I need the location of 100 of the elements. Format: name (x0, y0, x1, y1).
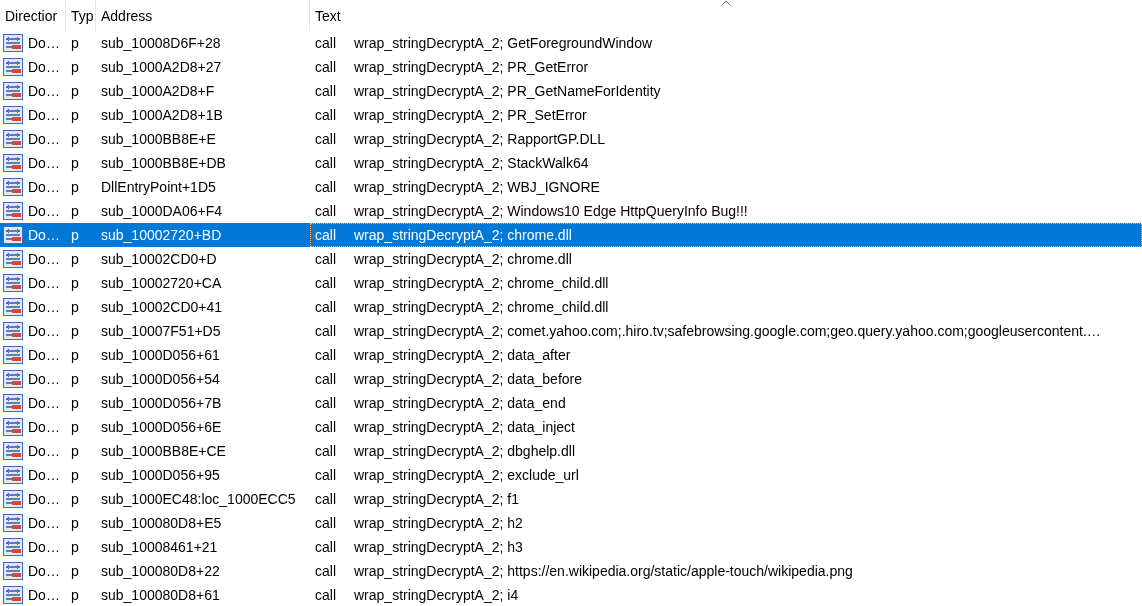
table-cell: Do… (28, 587, 60, 603)
table-row[interactable]: Do… p sub_1000BB8E+DB call wrap_stringDecryptA_2; StackWalk64 (0, 151, 1142, 175)
table-row[interactable]: Do… p sub_1000DA06+F4 call wrap_stringDecryptA_2; Windows10 Edge HttpQueryInfo Bug!!! (0, 199, 1142, 223)
table-cell: sub_1000D056+95 (101, 467, 220, 483)
table-row[interactable]: Do… p sub_10002CD0+41 call wrap_stringDecryptA_2; chrome_child.dll (0, 295, 1142, 319)
table-cell: sub_1000A2D8+1B (101, 107, 223, 123)
table-row[interactable]: Do… p sub_1000D056+7B call wrap_stringDecryptA_2; data_end (0, 391, 1142, 415)
table-cell: Do… (28, 467, 60, 483)
table-cell-text: call (315, 371, 337, 387)
table-cell: wrap_stringDecryptA_2; data_end (354, 395, 566, 411)
table-cell: Do… (28, 323, 60, 339)
table-cell: Do… (28, 347, 60, 363)
table-cell: wrap_stringDecryptA_2; https://en.wikipedia.org/static/apple-touch/wikipedia.png (354, 563, 853, 579)
table-cell-text: call (315, 587, 337, 603)
table-cell: p (71, 587, 79, 603)
table-cell: wrap_stringDecryptA_2; exclude_url (354, 467, 579, 483)
table-cell: sub_10002CD0+D (101, 251, 217, 267)
table-cell: wrap_stringDecryptA_2; chrome_child.dll (354, 275, 609, 291)
table-row[interactable]: Do… p sub_1000D056+95 call wrap_stringDecryptA_2; exclude_url (0, 463, 1142, 487)
xref-icon (3, 202, 23, 220)
table-cell: p (71, 275, 79, 291)
xref-icon (3, 394, 23, 412)
table-cell: p (71, 35, 79, 51)
table-cell: wrap_stringDecryptA_2; StackWalk64 (354, 155, 589, 171)
table-cell: sub_1000D056+54 (101, 371, 220, 387)
table-row[interactable]: Do… p sub_10002720+BD call wrap_stringDecryptA_2; chrome.dll (0, 223, 1142, 247)
column-header[interactable]: Text (310, 0, 1142, 31)
table-row[interactable]: Do… p sub_10002CD0+D call wrap_stringDecryptA_2; chrome.dll (0, 247, 1142, 271)
xref-icon (3, 490, 23, 508)
xref-icon (3, 34, 23, 52)
table-cell-text: call (315, 515, 337, 531)
table-cell: Do… (28, 227, 60, 243)
table-cell: wrap_stringDecryptA_2; h3 (354, 539, 523, 555)
table-cell: sub_1000A2D8+F (101, 83, 215, 99)
table-cell-text: call (315, 539, 337, 555)
table-cell: sub_10002720+BD (101, 227, 222, 243)
table-cell: p (71, 203, 79, 219)
table-row[interactable]: Do… p DllEntryPoint+1D5 call wrap_stringDecryptA_2; WBJ_IGNORE (0, 175, 1142, 199)
column-header[interactable]: Typ (66, 0, 96, 31)
table-cell-text: call (315, 83, 337, 99)
table-cell-text: call (315, 227, 337, 243)
xref-icon (3, 514, 23, 532)
table-cell: wrap_stringDecryptA_2; i4 (354, 587, 519, 603)
table-row[interactable]: Do… p sub_100080D8+22 call wrap_stringDecryptA_2; https://en.wikipedia.org/static/apple-touch/wikipedia.png (0, 559, 1142, 583)
table-cell: wrap_stringDecryptA_2; GetForegroundWindow (354, 35, 653, 51)
xref-icon (3, 226, 23, 244)
table-cell: Do… (28, 131, 60, 147)
table-row[interactable]: Do… p sub_1000D056+61 call wrap_stringDecryptA_2; data_after (0, 343, 1142, 367)
table-row[interactable]: Do… p sub_1000A2D8+27 call wrap_stringDecryptA_2; PR_GetError (0, 55, 1142, 79)
table-row[interactable]: Do… p sub_1000D056+54 call wrap_stringDecryptA_2; data_before (0, 367, 1142, 391)
table-cell: wrap_stringDecryptA_2; PR_GetError (354, 59, 589, 75)
table-row[interactable]: Do… p sub_1000A2D8+F call wrap_stringDecryptA_2; PR_GetNameForIdentity (0, 79, 1142, 103)
xref-icon (3, 178, 23, 196)
table-cell: Do… (28, 83, 60, 99)
table-row[interactable]: Do… p sub_1000BB8E+CE call wrap_stringDecryptA_2; dbghelp.dll (0, 439, 1142, 463)
table-cell: DllEntryPoint+1D5 (101, 179, 216, 195)
column-header[interactable]: Address (96, 0, 310, 31)
table-cell: Do… (28, 371, 60, 387)
table-cell: p (71, 491, 79, 507)
table-row[interactable]: Do… p sub_1000EC48:loc_1000ECC5 call wrap_stringDecryptA_2; f1 (0, 487, 1142, 511)
table-cell-text: call (315, 491, 337, 507)
xref-icon (3, 130, 23, 148)
table-cell: sub_10008461+21 (101, 539, 218, 555)
table-cell: Do… (28, 563, 60, 579)
column-header[interactable]: Directior (0, 0, 66, 31)
xref-icon (3, 586, 23, 604)
table-row[interactable]: Do… p sub_10002720+CA call wrap_stringDecryptA_2; chrome_child.dll (0, 271, 1142, 295)
table-cell: sub_10008D6F+28 (101, 35, 221, 51)
table-cell: sub_10002CD0+41 (101, 299, 223, 315)
table-cell: Do… (28, 59, 60, 75)
table-cell-text: call (315, 275, 337, 291)
table-cell: p (71, 371, 79, 387)
table-cell: p (71, 107, 79, 123)
table-cell: sub_100080D8+22 (101, 563, 220, 579)
table-cell-text: call (315, 179, 337, 195)
table-row[interactable]: Do… p sub_10008461+21 call wrap_stringDecryptA_2; h3 (0, 535, 1142, 559)
table-cell: Do… (28, 515, 60, 531)
table-cell: sub_1000A2D8+27 (101, 59, 222, 75)
table-row[interactable]: Do… p sub_100080D8+61 call wrap_stringDecryptA_2; i4 (0, 583, 1142, 606)
table-cell: Do… (28, 251, 60, 267)
table-cell: wrap_stringDecryptA_2; Windows10 Edge HttpQueryInfo Bug!!! (354, 203, 748, 219)
table-cell: wrap_stringDecryptA_2; f1 (354, 491, 519, 507)
table-row[interactable]: Do… p sub_1000D056+6E call wrap_stringDecryptA_2; data_inject (0, 415, 1142, 439)
xref-icon (3, 154, 23, 172)
xref-icon (3, 322, 23, 340)
table-cell: wrap_stringDecryptA_2; data_before (354, 371, 583, 387)
table-cell: wrap_stringDecryptA_2; PR_SetError (354, 107, 587, 123)
table-row[interactable]: Do… p sub_1000BB8E+E call wrap_stringDecryptA_2; RapportGP.DLL (0, 127, 1142, 151)
xref-icon (3, 538, 23, 556)
table-row[interactable]: Do… p sub_1000A2D8+1B call wrap_stringDecryptA_2; PR_SetError (0, 103, 1142, 127)
table-cell: sub_1000BB8E+E (101, 131, 216, 147)
xref-icon (3, 106, 23, 124)
table-cell: sub_100080D8+61 (101, 587, 220, 603)
table-row[interactable]: Do… p sub_10007F51+D5 call wrap_stringDecryptA_2; comet.yahoo.com;.hiro.tv;safebrowsing.google.com;geo.query.yahoo.com;googleusercontent.… (0, 319, 1142, 343)
table-row[interactable]: Do… p sub_100080D8+E5 call wrap_stringDecryptA_2; h2 (0, 511, 1142, 535)
table-cell: p (71, 155, 79, 171)
table-row[interactable]: Do… p sub_10008D6F+28 call wrap_stringDecryptA_2; GetForegroundWindow (0, 31, 1142, 55)
table-cell: Do… (28, 203, 60, 219)
table-cell: p (71, 251, 79, 267)
table-cell: wrap_stringDecryptA_2; data_inject (354, 419, 575, 435)
